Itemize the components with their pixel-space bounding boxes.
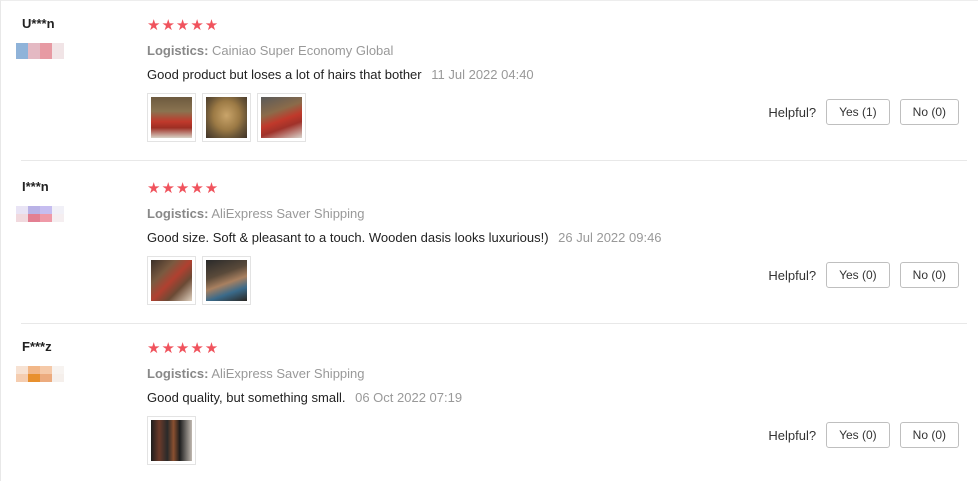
review-date: 11 Jul 2022 04:40	[431, 67, 534, 82]
logistics-info: Logistics: Cainiao Super Economy Global	[147, 43, 393, 58]
logistics-info: Logistics: AliExpress Saver Shipping	[147, 366, 365, 381]
review-text: Good size. Soft & pleasant to a touch. W…	[147, 230, 662, 245]
helpful-yes-button[interactable]: Yes (0)	[826, 422, 890, 448]
logistics-value: Cainiao Super Economy Global	[212, 43, 394, 58]
review-photo[interactable]	[147, 416, 196, 465]
review-photo[interactable]	[147, 93, 196, 142]
review-photo[interactable]	[257, 93, 306, 142]
country-flag-icon	[16, 206, 64, 222]
review-photos	[147, 93, 306, 142]
review-photo[interactable]	[202, 93, 251, 142]
reviewer-name: U***n	[22, 16, 55, 31]
review-text: Good quality, but something small. 06 Oc…	[147, 390, 462, 405]
star-rating: ★★★★★	[147, 340, 220, 357]
star-rating: ★★★★★	[147, 180, 220, 197]
reviewer-name: I***n	[22, 179, 49, 194]
review-item: F***z ★★★★★ Logistics: AliExpress Saver …	[1, 324, 978, 481]
review-photo[interactable]	[202, 256, 251, 305]
reviews-panel: U***n ★★★★★ Logistics: Cainiao Super Eco…	[0, 0, 978, 481]
logistics-value: AliExpress Saver Shipping	[211, 206, 365, 221]
review-item: I***n ★★★★★ Logistics: AliExpress Saver …	[1, 164, 978, 324]
helpful-label: Helpful?	[768, 427, 817, 443]
country-flag-icon	[16, 366, 64, 382]
logistics-label: Logistics:	[147, 43, 209, 58]
logistics-value: AliExpress Saver Shipping	[211, 366, 365, 381]
helpful-label: Helpful?	[768, 267, 817, 283]
review-divider	[21, 160, 967, 161]
logistics-info: Logistics: AliExpress Saver Shipping	[147, 206, 365, 221]
helpful-vote: Helpful? Yes (0) No (0)	[768, 262, 959, 288]
reviewer-name: F***z	[22, 339, 52, 354]
star-rating: ★★★★★	[147, 17, 220, 34]
review-body: Good size. Soft & pleasant to a touch. W…	[147, 230, 549, 245]
helpful-no-button[interactable]: No (0)	[899, 99, 959, 125]
helpful-yes-button[interactable]: Yes (0)	[826, 262, 890, 288]
helpful-label: Helpful?	[768, 104, 817, 120]
helpful-vote: Helpful? Yes (1) No (0)	[768, 99, 959, 125]
review-text: Good product but loses a lot of hairs th…	[147, 67, 534, 82]
helpful-no-button[interactable]: No (0)	[899, 422, 959, 448]
review-date: 06 Oct 2022 07:19	[355, 390, 463, 405]
review-photo[interactable]	[147, 256, 196, 305]
review-body: Good product but loses a lot of hairs th…	[147, 67, 422, 82]
helpful-vote: Helpful? Yes (0) No (0)	[768, 422, 959, 448]
review-date: 26 Jul 2022 09:46	[558, 230, 662, 245]
review-photos	[147, 416, 196, 465]
helpful-yes-button[interactable]: Yes (1)	[826, 99, 890, 125]
country-flag-icon	[16, 43, 64, 59]
logistics-label: Logistics:	[147, 366, 209, 381]
helpful-no-button[interactable]: No (0)	[899, 262, 959, 288]
review-item: U***n ★★★★★ Logistics: Cainiao Super Eco…	[1, 1, 978, 161]
review-photos	[147, 256, 251, 305]
review-body: Good quality, but something small.	[147, 390, 346, 405]
logistics-label: Logistics:	[147, 206, 209, 221]
